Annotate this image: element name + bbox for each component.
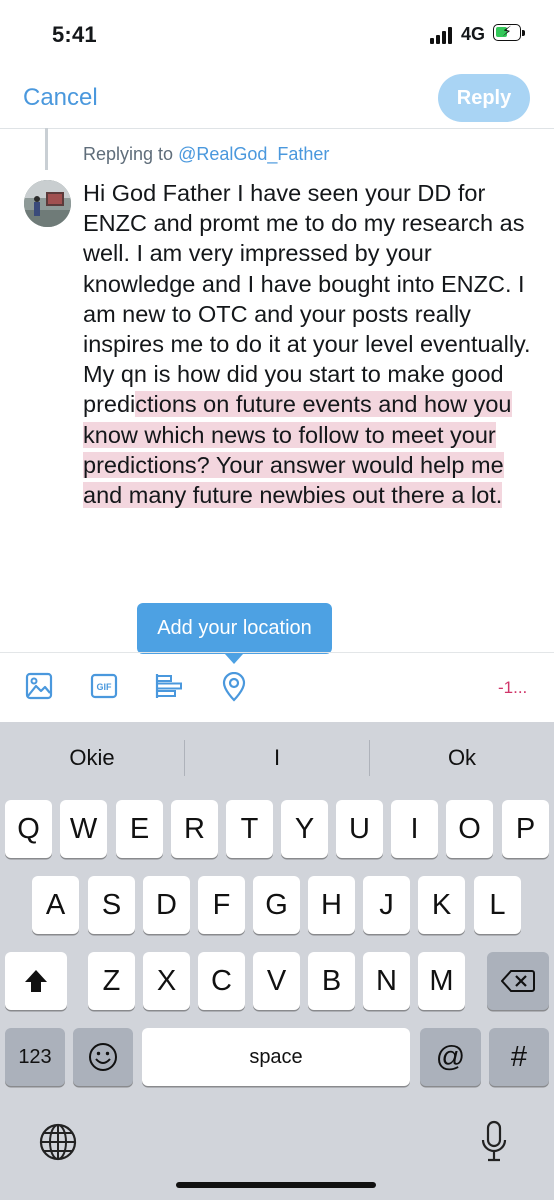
tooltip-arrow xyxy=(225,654,243,664)
compose-text: Hi God Father I have seen your DD for EN… xyxy=(83,180,531,418)
key-m[interactable]: M xyxy=(418,952,465,1010)
avatar-photo xyxy=(24,180,71,227)
replying-handle[interactable]: @RealGod_Father xyxy=(178,144,329,164)
at-key[interactable]: @ xyxy=(420,1028,481,1086)
key-t[interactable]: T xyxy=(226,800,273,858)
signal-icon xyxy=(430,26,456,44)
compose-text-over-limit: ctions on future events and how you know… xyxy=(83,391,512,509)
backspace-key[interactable] xyxy=(487,952,549,1010)
character-count: -1... xyxy=(498,678,528,697)
image-icon[interactable] xyxy=(25,672,55,702)
globe-icon[interactable] xyxy=(38,1122,78,1167)
key-w[interactable]: W xyxy=(60,800,107,858)
avatar[interactable] xyxy=(24,180,71,227)
status-bar: 5:41 4G ⚡ xyxy=(0,0,554,70)
key-r[interactable]: R xyxy=(171,800,218,858)
key-v[interactable]: V xyxy=(253,952,300,1010)
suggestion-2[interactable]: I xyxy=(185,722,369,794)
battery-icon: ⚡ xyxy=(493,23,521,41)
key-q[interactable]: Q xyxy=(5,800,52,858)
poll-icon[interactable] xyxy=(155,672,185,702)
numbers-key[interactable]: 123 xyxy=(5,1028,65,1086)
key-i[interactable]: I xyxy=(391,800,438,858)
home-indicator[interactable] xyxy=(176,1182,376,1188)
suggestion-3[interactable]: Ok xyxy=(370,722,554,794)
toolbar-divider xyxy=(0,652,554,653)
shift-icon xyxy=(25,970,47,992)
key-a[interactable]: A xyxy=(32,876,79,934)
key-p[interactable]: P xyxy=(502,800,549,858)
location-tooltip[interactable]: Add your location xyxy=(137,603,332,664)
key-s[interactable]: S xyxy=(88,876,135,934)
shift-key[interactable] xyxy=(5,952,67,1010)
key-d[interactable]: D xyxy=(143,876,190,934)
status-time: 5:41 xyxy=(52,22,97,47)
key-e[interactable]: E xyxy=(116,800,163,858)
replying-prefix: Replying to xyxy=(83,144,179,164)
compose-text-area[interactable]: Hi God Father I have seen your DD for EN… xyxy=(83,178,538,510)
key-k[interactable]: K xyxy=(418,876,465,934)
battery-cap xyxy=(522,30,525,36)
hash-key[interactable]: # xyxy=(489,1028,549,1086)
keyboard: Okie I Ok Q W E R T Y U I O P A S D F G … xyxy=(0,722,554,1200)
microphone-icon[interactable] xyxy=(480,1120,508,1169)
location-icon[interactable] xyxy=(220,671,250,702)
key-n[interactable]: N xyxy=(363,952,410,1010)
header-divider xyxy=(0,128,554,129)
key-x[interactable]: X xyxy=(143,952,190,1010)
key-h[interactable]: H xyxy=(308,876,355,934)
network-type: 4G xyxy=(461,24,486,44)
key-c[interactable]: C xyxy=(198,952,245,1010)
gif-label: GIF xyxy=(97,682,113,692)
cancel-button[interactable]: Cancel xyxy=(23,84,98,112)
thread-line xyxy=(45,128,48,170)
key-l[interactable]: L xyxy=(474,876,521,934)
key-o[interactable]: O xyxy=(446,800,493,858)
replying-to: Replying to @RealGod_Father xyxy=(83,144,329,165)
key-g[interactable]: G xyxy=(253,876,300,934)
key-f[interactable]: F xyxy=(198,876,245,934)
space-key[interactable]: space xyxy=(142,1028,410,1086)
key-z[interactable]: Z xyxy=(88,952,135,1010)
suggestion-1[interactable]: Okie xyxy=(0,722,184,794)
key-u[interactable]: U xyxy=(336,800,383,858)
key-y[interactable]: Y xyxy=(281,800,328,858)
emoji-icon xyxy=(89,1043,117,1071)
key-b[interactable]: B xyxy=(308,952,355,1010)
gif-icon[interactable]: GIF xyxy=(90,672,120,702)
reply-button[interactable]: Reply xyxy=(438,74,530,122)
backspace-icon xyxy=(500,970,535,992)
tooltip-text: Add your location xyxy=(157,617,312,639)
key-j[interactable]: J xyxy=(363,876,410,934)
emoji-key[interactable] xyxy=(73,1028,133,1086)
